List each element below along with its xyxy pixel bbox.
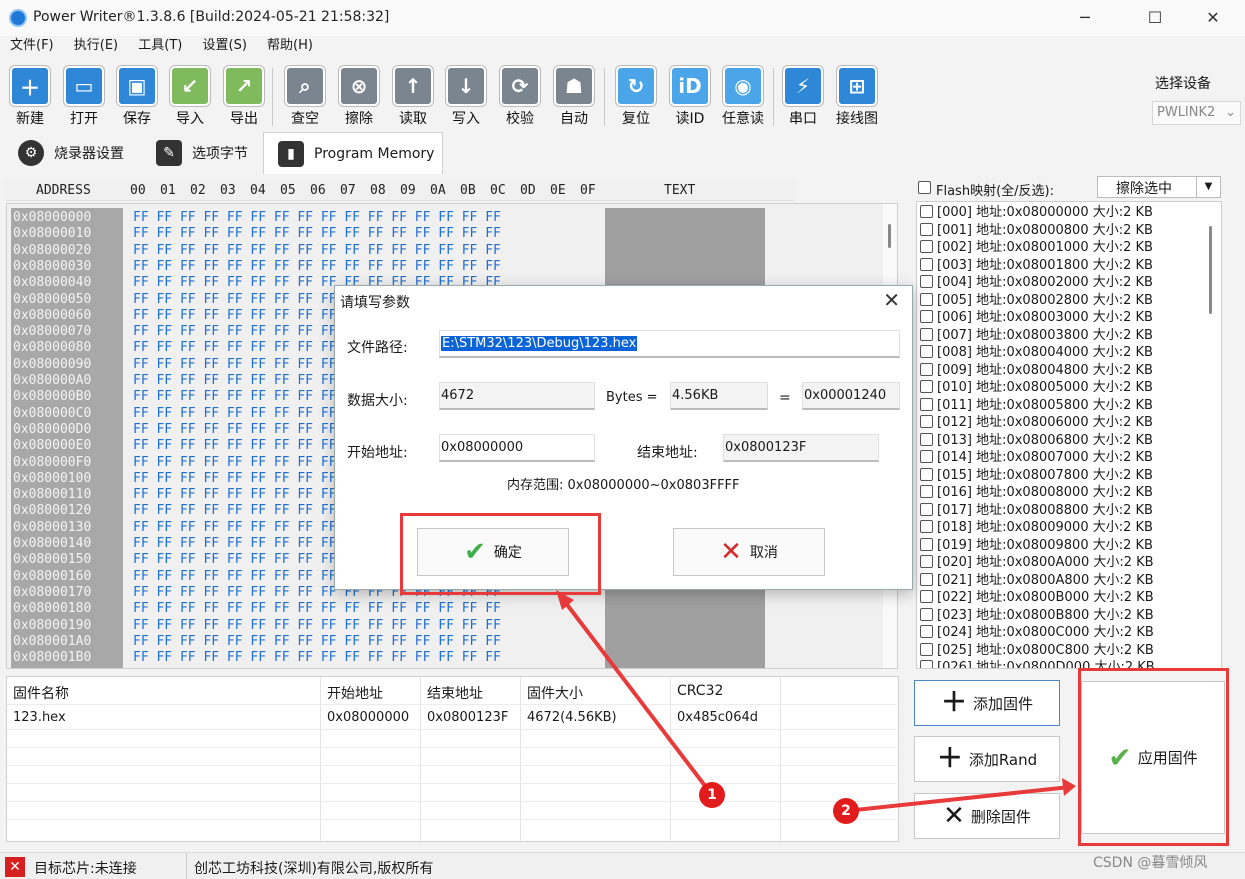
main-window: Power Writer®1.3.8.6 [Build:2024-05-21 2… (0, 0, 1245, 879)
annotation-arrows (556, 590, 1076, 813)
annotation-badge-1: 1 (699, 782, 725, 808)
annotation-badge-2: 2 (833, 798, 859, 824)
